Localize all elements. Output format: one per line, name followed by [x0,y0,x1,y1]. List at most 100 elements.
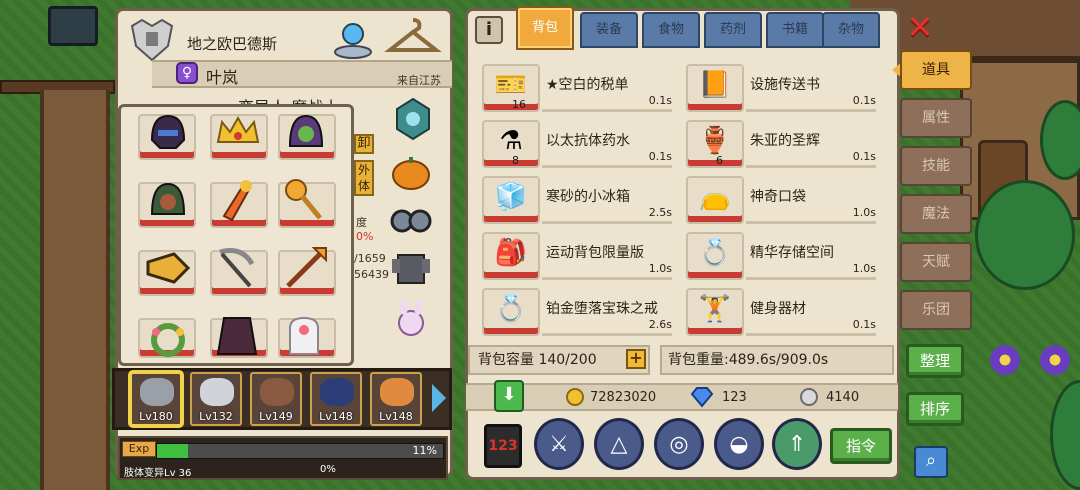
golden-horn-icon [146,252,191,284]
shield-rune-icon[interactable]: ◒ [714,418,764,470]
hanger-icon[interactable] [384,14,442,60]
book-icon: 📙 [698,70,732,100]
dark-helmet-icon [150,114,186,149]
hero-level: Lv148 [319,410,353,423]
flower-wreath-icon [151,323,185,357]
next-heroes-arrow-icon[interactable] [432,384,446,412]
item-weight: 1.0s [852,262,876,275]
purple-hood-icon [288,114,324,147]
inventory-item[interactable]: ⚗ 8 以太抗体药水 0.1s [470,120,672,168]
female-symbol-icon: ♀ [176,62,198,84]
hero-portrait[interactable]: Lv149 [250,372,302,426]
close-icon[interactable]: ✕ [904,11,936,44]
player-name: 叶岚 [206,68,239,87]
item-weight: 2.6s [648,318,672,331]
diamond-amount: 123 [722,390,747,405]
item-name: 运动背包限量版 [546,245,644,261]
category-band[interactable]: 乐团 [900,290,972,330]
command-button[interactable]: 指令 [830,428,892,464]
inventory-item[interactable]: 🧊 寒砂的小冰箱 2.5s [470,176,672,224]
inventory-item[interactable]: 🎒 运动背包限量版 1.0s [470,232,672,280]
item-divider [746,221,876,224]
category-skills[interactable]: 技能 [900,146,972,186]
item-divider [542,333,672,336]
dark-cape-icon [216,317,258,355]
ring-icon: 💍 [494,294,528,324]
item-weight: 0.1s [852,94,876,107]
inventory-item[interactable]: 🎫 16 ★空白的税单 0.1s [470,64,672,112]
exp-label: Exp [122,441,156,457]
organize-button[interactable]: 整理 [906,344,964,378]
triangle-rune-icon[interactable]: △ [594,418,644,470]
expand-capacity-button[interactable]: + [626,349,646,369]
category-talent[interactable]: 天赋 [900,242,972,282]
inventory-item[interactable]: 🏺 6 朱亚的圣辉 0.1s [674,120,876,168]
ranking-icon[interactable]: 123 [484,424,522,468]
mutation-level: 肢体变异Lv 36 [124,468,192,479]
unequip-button[interactable]: 卸 [354,134,374,154]
hero-avatar [380,378,414,406]
item-name: 铂金堕落宝珠之戒 [546,301,658,317]
guild-emblem-icon [130,18,174,62]
hero-level: Lv149 [259,410,293,423]
item-quantity: 8 [512,154,519,167]
item-weight: 0.1s [852,318,876,331]
category-attributes[interactable]: 属性 [900,98,972,138]
item-divider [746,277,876,280]
item-divider [746,165,876,168]
inventory-item[interactable]: 💍 铂金堕落宝珠之戒 2.6s [470,288,672,336]
item-quantity: 6 [716,154,723,167]
tab-books[interactable]: 书籍 [766,12,824,48]
item-name: 以太抗体药水 [546,133,630,149]
inventory-item[interactable]: 💍 精华存储空间 1.0s [674,232,876,280]
appearance-button[interactable]: 外 体 [354,160,374,196]
item-weight: 0.1s [852,150,876,163]
item-name: ★空白的税单 [546,77,629,93]
category-magic[interactable]: 魔法 [900,194,972,234]
item-name: 寒砂的小冰箱 [546,189,630,205]
tab-food[interactable]: 食物 [642,12,700,48]
item-divider [746,109,876,112]
inventory-item[interactable]: 📙 设施传送书 0.1s [674,64,876,112]
pouch-icon: 👝 [698,182,732,212]
upgrade-arrows-icon[interactable]: ⇑ [772,418,822,470]
item-weight: 0.1s [648,150,672,163]
tab-misc[interactable]: 杂物 [822,12,880,48]
character-name: 地之欧巴德斯 [187,35,278,53]
exp-percent: 11% [412,444,437,457]
search-icon[interactable]: ⌕ [914,446,948,478]
armor-icon[interactable] [388,246,434,292]
hero-level: Lv148 [379,410,413,423]
tab-backpack[interactable]: 背包 [516,6,574,50]
item-weight: 1.0s [852,206,876,219]
item-weight: 0.1s [648,94,672,107]
tab-potion[interactable]: 药剂 [704,12,762,48]
hero-portrait[interactable]: Lv148 [310,372,362,426]
silver-coin-icon [800,388,818,406]
item-quantity: 16 [512,98,526,111]
bunny-accessory-icon[interactable] [388,296,434,342]
green-hood-icon [150,182,186,215]
item-name: 精华存储空间 [750,245,834,261]
goggles-icon[interactable] [388,198,434,244]
hero-portrait[interactable]: Lv180 [130,372,182,426]
hero-portrait[interactable]: Lv148 [370,372,422,426]
ring-rune-icon[interactable]: ◎ [654,418,704,470]
tab-equipment[interactable]: 装备 [580,12,638,48]
stat-power: 56439 [354,268,389,281]
inventory-item[interactable]: 🏋 健身器材 0.1s [674,288,876,336]
scythe-icon [219,248,255,288]
download-arrow-icon[interactable]: ⬇ [494,380,524,412]
stat-hp: /1659 [354,252,386,265]
crystal-amulet-icon[interactable] [390,96,436,142]
pumpkin-icon[interactable] [388,150,434,196]
inventory-item[interactable]: 👝 神奇口袋 1.0s [674,176,876,224]
sort-button[interactable]: 排序 [906,392,964,426]
category-items[interactable]: 道具 [900,50,972,90]
item-divider [542,109,672,112]
item-name: 神奇口袋 [750,189,806,205]
hero-portrait[interactable]: Lv132 [190,372,242,426]
skill-tree-icon[interactable]: ⚔ [534,418,584,470]
teleport-icon[interactable] [330,14,376,60]
info-icon[interactable]: i [475,16,503,44]
